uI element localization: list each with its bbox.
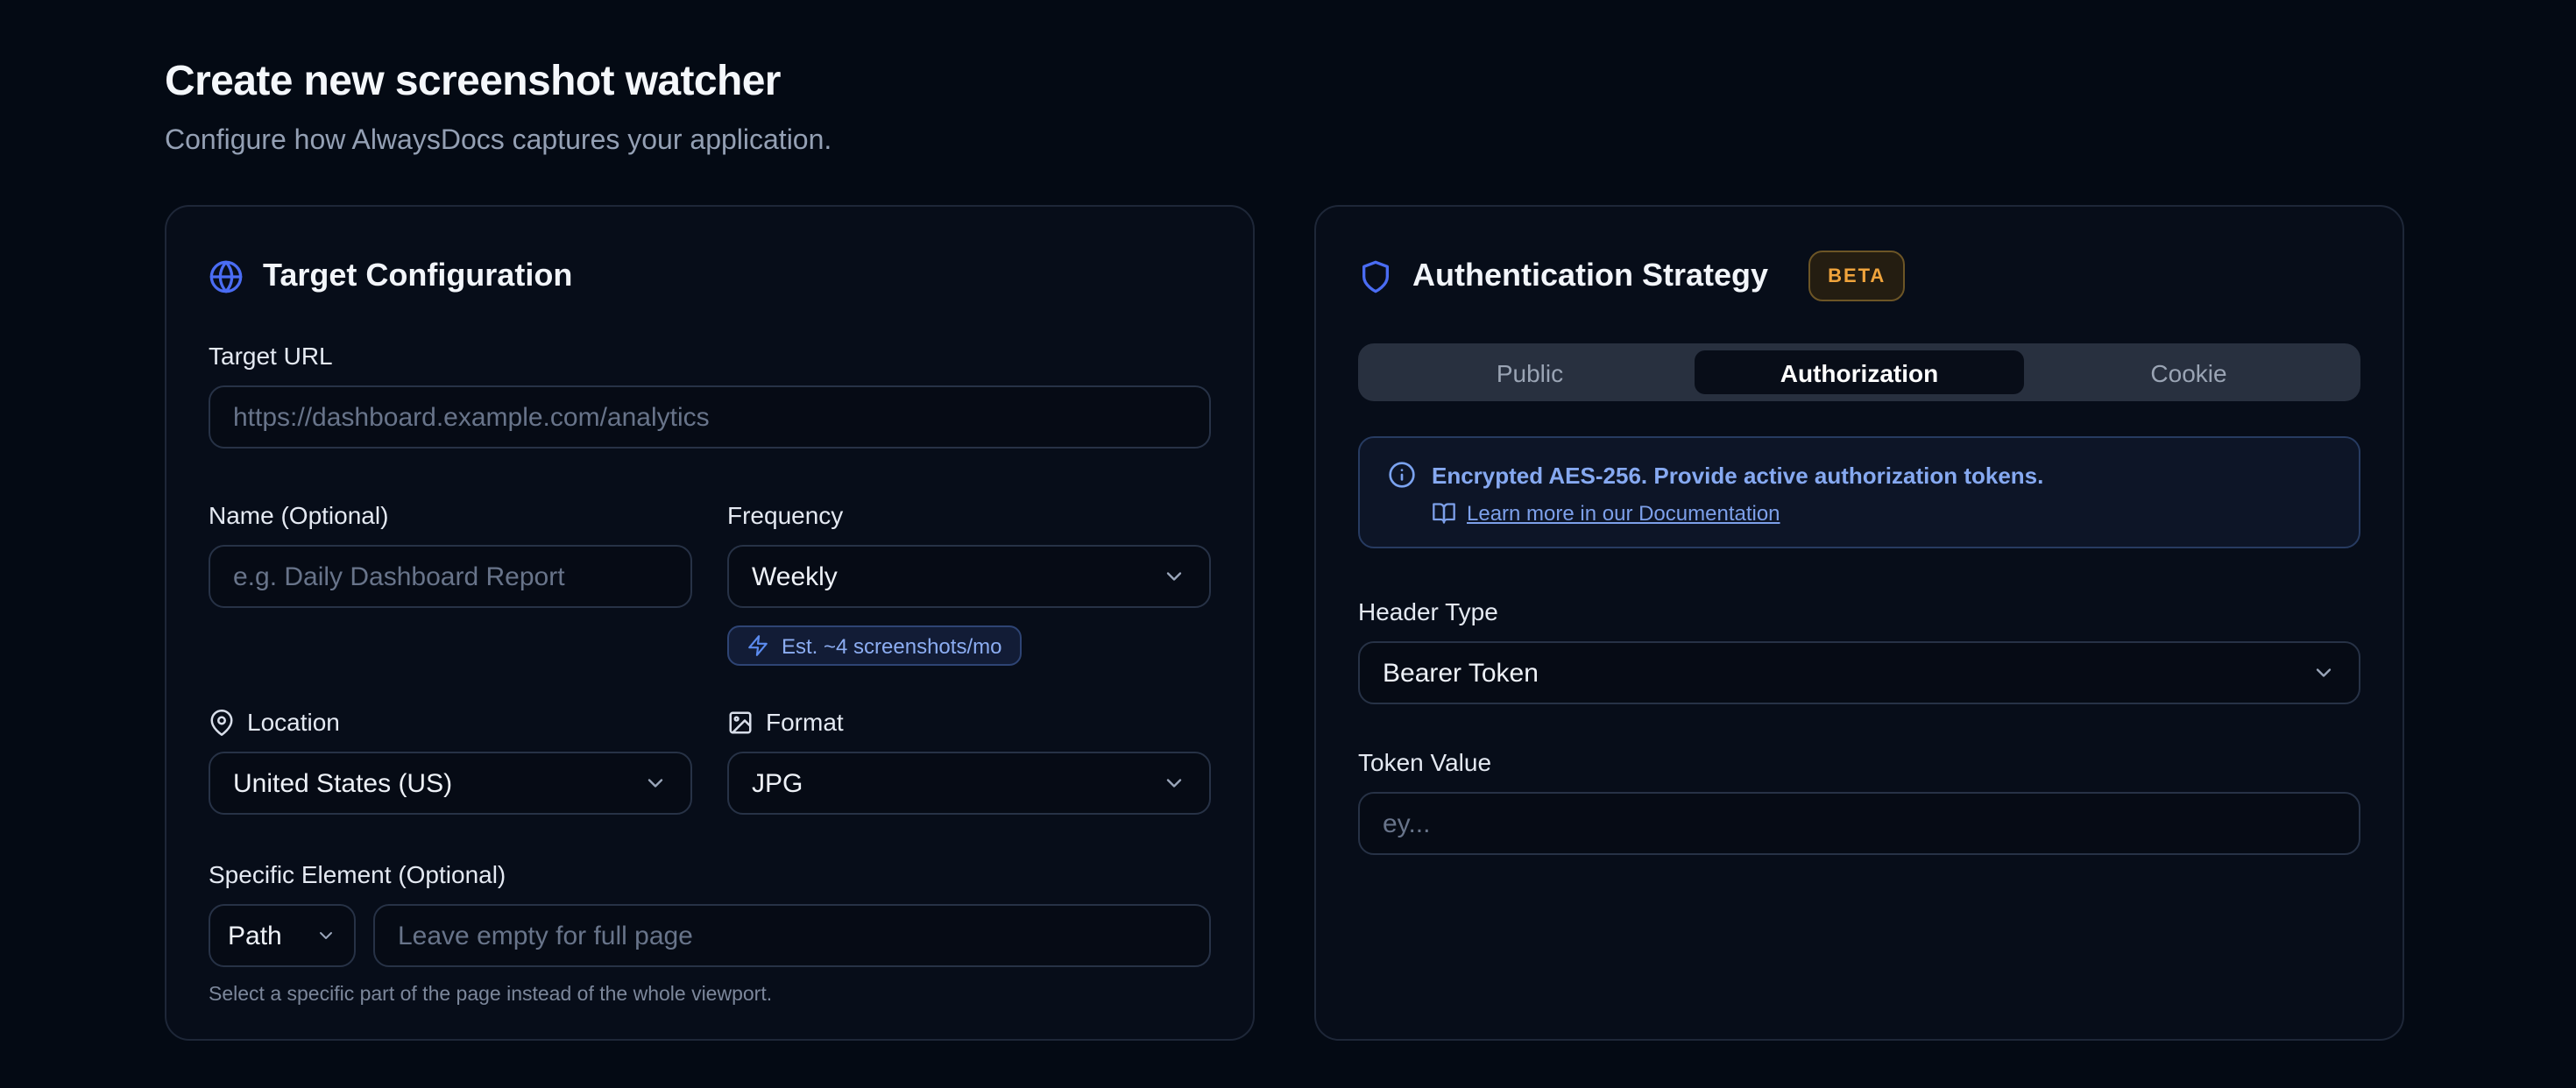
book-open-icon <box>1432 501 1456 526</box>
specific-element-helper: Select a specific part of the page inste… <box>209 985 1211 1006</box>
app-stage: Create new screenshot watcher Configure … <box>0 0 2576 1088</box>
auth-tabs: Public Authorization Cookie <box>1358 343 2360 401</box>
location-label: Location <box>247 708 340 738</box>
header-type-select[interactable]: Bearer Token <box>1358 641 2360 704</box>
specific-element-label: Specific Element (Optional) <box>209 860 1211 890</box>
specific-element-input[interactable] <box>373 904 1211 967</box>
target-configuration-panel: Target Configuration Target URL Name (Op… <box>165 205 1255 1041</box>
estimate-badge: Est. ~4 screenshots/mo <box>727 625 1021 666</box>
target-configuration-title: Target Configuration <box>263 258 572 294</box>
location-label-row: Location <box>209 708 692 738</box>
target-url-label: Target URL <box>209 342 1211 371</box>
token-value-input[interactable] <box>1358 792 2360 855</box>
map-pin-icon <box>209 710 235 736</box>
name-frequency-row: Name (Optional) Frequency Weekly <box>209 501 1211 666</box>
selector-type-value: Path <box>228 921 282 950</box>
chevron-down-icon <box>315 925 336 946</box>
page-title: Create new screenshot watcher <box>165 58 2576 107</box>
authentication-strategy-panel: Authentication Strategy BETA Public Auth… <box>1314 205 2404 1041</box>
name-label: Name (Optional) <box>209 501 692 531</box>
documentation-link-row: Learn more in our Documentation <box>1432 501 2331 526</box>
specific-element-field: Specific Element (Optional) Path Select … <box>209 860 1211 1006</box>
frequency-select[interactable]: Weekly <box>727 545 1211 608</box>
location-select[interactable]: United States (US) <box>209 752 692 815</box>
format-field: Format JPG <box>727 708 1211 815</box>
name-field: Name (Optional) <box>209 501 692 666</box>
format-value: JPG <box>752 768 803 798</box>
target-configuration-header: Target Configuration <box>209 249 1211 303</box>
tab-cookie[interactable]: Cookie <box>2024 350 2353 394</box>
location-format-row: Location United States (US) <box>209 708 1211 815</box>
selector-type-select[interactable]: Path <box>209 904 356 967</box>
header-type-value: Bearer Token <box>1383 658 1539 688</box>
location-value: United States (US) <box>233 768 452 798</box>
page-subtitle: Configure how AlwaysDocs captures your a… <box>165 126 2576 158</box>
format-select[interactable]: JPG <box>727 752 1211 815</box>
header-type-field: Header Type Bearer Token <box>1358 597 2360 704</box>
chevron-down-icon <box>2311 661 2336 685</box>
authentication-strategy-title: Authentication Strategy <box>1412 258 1768 294</box>
info-icon <box>1388 461 1416 489</box>
encryption-info-box: Encrypted AES-256. Provide active author… <box>1358 436 2360 548</box>
beta-badge: BETA <box>1808 251 1905 301</box>
chevron-down-icon <box>1162 564 1186 589</box>
token-value-label: Token Value <box>1358 748 2360 778</box>
target-url-input[interactable] <box>209 385 1211 449</box>
name-input[interactable] <box>209 545 692 608</box>
frequency-label: Frequency <box>727 501 1211 531</box>
header-type-label: Header Type <box>1358 597 2360 627</box>
frequency-field: Frequency Weekly Est. ~4 screenshots/mo <box>727 501 1211 666</box>
target-url-field: Target URL <box>209 342 1211 449</box>
token-value-field: Token Value <box>1358 748 2360 855</box>
globe-icon <box>209 258 244 293</box>
frequency-value: Weekly <box>752 562 838 591</box>
image-icon <box>727 710 754 736</box>
location-field: Location United States (US) <box>209 708 692 815</box>
tab-public[interactable]: Public <box>1365 350 1695 394</box>
panels-container: Target Configuration Target URL Name (Op… <box>165 205 2576 1041</box>
tab-authorization[interactable]: Authorization <box>1695 350 2024 394</box>
documentation-link[interactable]: Learn more in our Documentation <box>1467 501 1780 526</box>
shield-icon <box>1358 258 1393 293</box>
authentication-strategy-header: Authentication Strategy BETA <box>1358 249 2360 303</box>
zap-icon <box>747 634 769 657</box>
specific-element-row: Path <box>209 904 1211 967</box>
estimate-badge-text: Est. ~4 screenshots/mo <box>782 633 1001 658</box>
encryption-info-row: Encrypted AES-256. Provide active author… <box>1388 461 2331 489</box>
format-label: Format <box>766 708 844 738</box>
chevron-down-icon <box>643 771 668 795</box>
encryption-info-text: Encrypted AES-256. Provide active author… <box>1432 462 2043 488</box>
chevron-down-icon <box>1162 771 1186 795</box>
format-label-row: Format <box>727 708 1211 738</box>
